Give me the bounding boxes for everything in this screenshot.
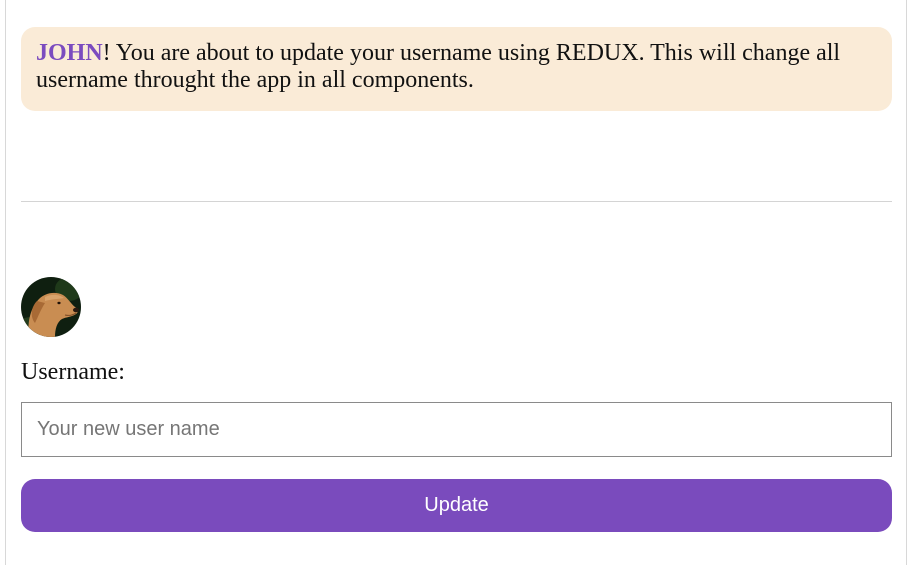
username-label: Username: (21, 359, 125, 385)
section-divider (21, 201, 892, 202)
alert-message: ! You are about to update your username … (36, 40, 841, 93)
dog-avatar-icon (21, 277, 81, 337)
alert-username: JOHN (36, 40, 103, 66)
avatar (21, 277, 81, 337)
username-input[interactable] (21, 402, 892, 457)
update-warning-alert: JOHN! You are about to update your usern… (21, 27, 892, 111)
update-button[interactable]: Update (21, 479, 892, 532)
